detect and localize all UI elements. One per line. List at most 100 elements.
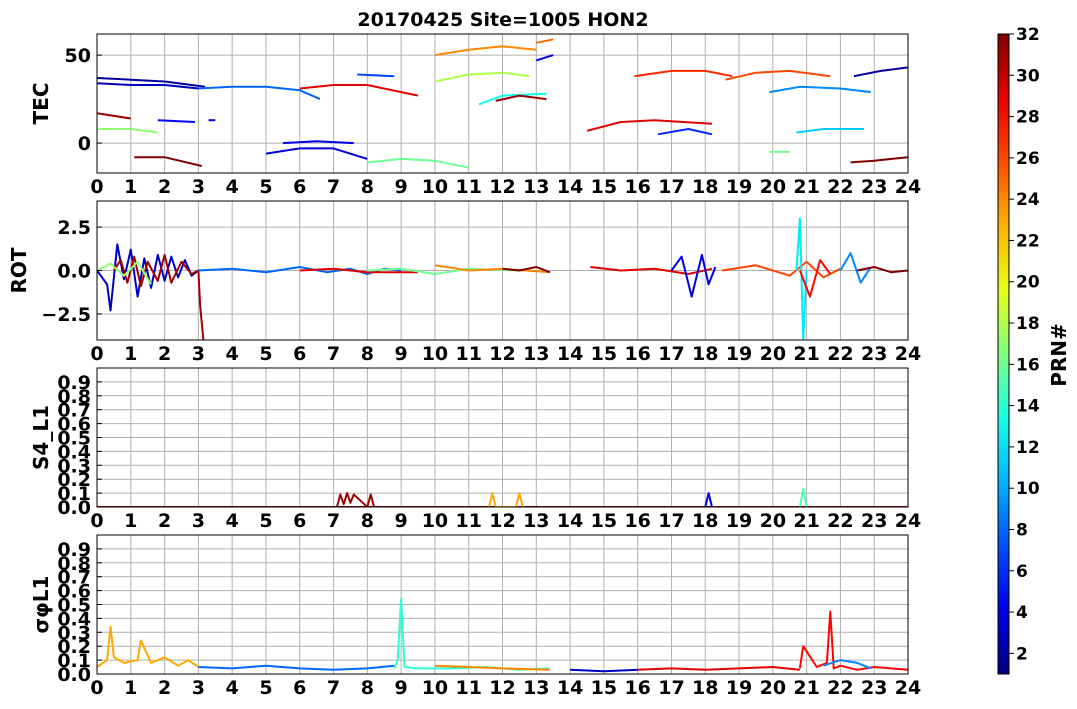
series-line-prn2: [853, 66, 908, 78]
x-tick-label: 16: [624, 343, 650, 365]
x-tick-label: 21: [793, 343, 819, 365]
y-axis-label: TEC: [29, 83, 53, 125]
chart-title: 20170425 Site=1005 HON2: [357, 9, 648, 31]
panels: 0 1 2 3 4 5 6 7 8 9 10 11 12 13 14 15 16 17 18 19 20 21 22 23 24…: [7, 33, 921, 699]
x-tick-label: 11: [455, 510, 481, 532]
x-tick-label: 18: [692, 677, 718, 699]
x-tick-label: 2: [158, 510, 171, 532]
x-tick-label: 1: [124, 176, 137, 198]
x-tick-label: 9: [395, 343, 408, 365]
x-tick-label: 13: [523, 343, 549, 365]
series-line-prn23: [488, 492, 524, 507]
x-tick-label: 5: [259, 677, 272, 699]
x-tick-label: 6: [293, 510, 306, 532]
colorbar-tick-label: 14: [1016, 397, 1040, 417]
x-tick-label: 18: [692, 343, 718, 365]
y-tick-label: 50: [65, 45, 91, 67]
x-tick-label: 1: [124, 510, 137, 532]
x-tick-label: 15: [591, 176, 617, 198]
x-tick-label: 19: [726, 343, 752, 365]
x-tick-label: 1: [124, 343, 137, 365]
grid: [96, 368, 909, 508]
colorbar-tick-label: 16: [1016, 355, 1040, 375]
x-tick-label: 11: [455, 176, 481, 198]
colorbar-tick-label: 22: [1016, 231, 1040, 251]
x-tick-label: 3: [192, 343, 205, 365]
x-tick-label: 17: [658, 677, 684, 699]
x-tick-label: 3: [192, 677, 205, 699]
x-tick-label: 5: [259, 510, 272, 532]
series-line-prn25: [536, 38, 554, 44]
x-tick-label: 19: [726, 510, 752, 532]
x-tick-label: 20: [760, 176, 786, 198]
chart-figure: 20170425 Site=1005 HON2 0 1 2 3 4 5 6 7 8 9 10 11 12…: [7, 9, 1071, 699]
x-tick-label: 10: [422, 176, 448, 198]
colorbar-tick-label: 30: [1016, 66, 1040, 86]
x-tick-label: 0: [90, 176, 103, 198]
colorbar-tick-label: 2: [1016, 644, 1028, 664]
colorbar-tick-label: 28: [1016, 108, 1040, 128]
x-tick-label: 5: [259, 343, 272, 365]
panel-4: 0 1 2 3 4 5 6 7 8 9 10 11 12 13 14 15 16 17 18 19 20 21 22 23 24…: [29, 534, 921, 699]
x-tick-label: 23: [861, 510, 887, 532]
y-axis-label: ROT: [7, 247, 31, 293]
series-line-prn27: [634, 69, 733, 78]
series-line-prn24: [434, 45, 537, 57]
x-tick-label: 2: [158, 176, 171, 198]
series-line-prn5: [157, 119, 196, 123]
x-tick-label: 7: [327, 677, 340, 699]
x-tick-label: 7: [327, 176, 340, 198]
x-tick-label: 9: [395, 510, 408, 532]
y-axis-label: S4_L1: [29, 405, 53, 470]
x-tick-label: 17: [658, 343, 684, 365]
x-tick-label: 21: [793, 510, 819, 532]
series-line-prn12: [795, 217, 808, 340]
x-tick-label: 0: [90, 343, 103, 365]
x-tick-label: 14: [557, 510, 583, 532]
x-tick-label: 16: [624, 176, 650, 198]
colorbar-tick-label: 18: [1016, 314, 1040, 334]
x-tick-label: 8: [361, 176, 374, 198]
series-line-prn15: [798, 487, 808, 507]
x-tick-label: 4: [226, 510, 239, 532]
x-tick-label: 23: [861, 677, 887, 699]
x-tick-label: 9: [395, 677, 408, 699]
x-tick-label: 6: [293, 677, 306, 699]
x-tick-label: 7: [327, 510, 340, 532]
x-tick-label: 18: [692, 510, 718, 532]
series-line-prn14: [393, 597, 550, 671]
series-line-prn9: [769, 85, 871, 94]
y-tick-label: 0.9: [57, 539, 91, 561]
x-tick-label: 8: [361, 677, 374, 699]
x-tick-label: 4: [226, 677, 239, 699]
y-tick-label: 2.5: [57, 217, 91, 239]
x-tick-label: 4: [226, 176, 239, 198]
x-tick-label: 22: [827, 677, 853, 699]
x-tick-label: 12: [489, 510, 515, 532]
colorbar-tick-label: 10: [1016, 479, 1040, 499]
x-tick-label: 3: [192, 176, 205, 198]
x-tick-label: 16: [624, 677, 650, 699]
y-tick-label: 0.0: [57, 261, 91, 283]
x-tick-label: 19: [726, 677, 752, 699]
series-line-prn4: [670, 253, 717, 298]
x-tick-label: 8: [361, 343, 374, 365]
series-line-prn26: [725, 69, 831, 81]
x-tick-label: 23: [861, 176, 887, 198]
colorbar-tick-label: 4: [1016, 603, 1028, 623]
x-tick-label: 15: [591, 677, 617, 699]
x-tick-label: 3: [192, 510, 205, 532]
x-tick-label: 12: [489, 343, 515, 365]
x-tick-label: 0: [90, 677, 103, 699]
colorbar-tick-label: 6: [1016, 562, 1028, 582]
x-tick-label: 16: [624, 510, 650, 532]
series-line-prn29: [637, 666, 801, 671]
x-tick-label: 12: [489, 677, 515, 699]
x-tick-label: 10: [422, 343, 448, 365]
series-line-prn32: [850, 156, 908, 164]
x-tick-label: 22: [827, 510, 853, 532]
colorbar-tick-label: 20: [1016, 273, 1040, 293]
colorbar-tick-label: 8: [1016, 520, 1028, 540]
x-tick-label: 19: [726, 176, 752, 198]
x-tick-label: 6: [293, 176, 306, 198]
